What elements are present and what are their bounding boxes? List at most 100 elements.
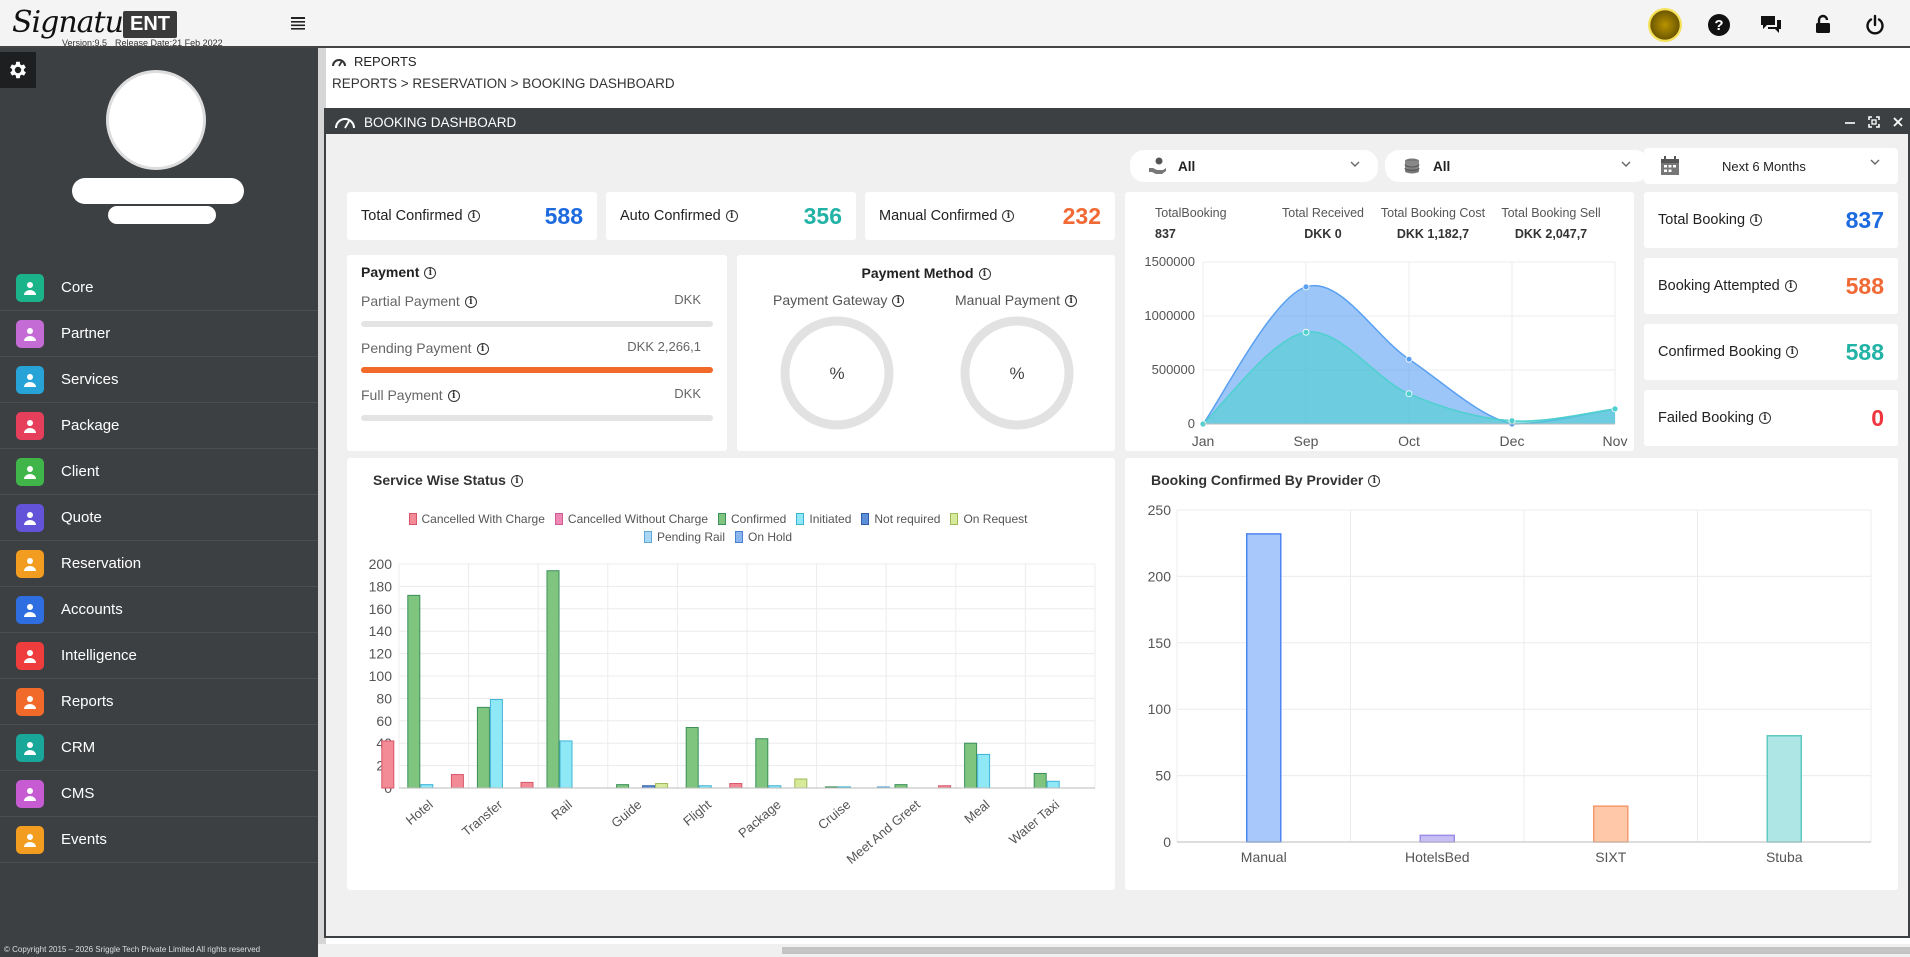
legend-item[interactable]: Cancelled Without Charge — [554, 512, 708, 526]
close-icon[interactable] — [1892, 116, 1904, 128]
chevron-down-icon — [1621, 161, 1631, 168]
info-icon[interactable]: i — [1786, 346, 1799, 358]
chat-icon[interactable] — [1756, 10, 1786, 40]
x-tick-label: Package — [735, 797, 783, 841]
sidebar-item-core[interactable]: Core — [0, 265, 318, 311]
provider-filter-select[interactable]: All — [1385, 150, 1649, 182]
sidebar-item-partner[interactable]: Partner — [0, 311, 318, 357]
chevron-down-icon — [1870, 159, 1880, 166]
pending-payment-value: DKK 2,266,1 — [627, 339, 701, 354]
legend-item[interactable]: Confirmed — [718, 512, 786, 526]
sidebar-item-reservation[interactable]: Reservation — [0, 541, 318, 587]
legend-label: Cancelled With Charge — [421, 512, 545, 526]
confirmed-booking-card: Confirmed Booking i 588 — [1644, 324, 1898, 380]
maximize-icon[interactable] — [1868, 116, 1880, 128]
legend-item[interactable]: On Request — [950, 512, 1027, 526]
sidebar-item-label: Partner — [61, 325, 111, 342]
info-icon[interactable]: i — [1065, 295, 1078, 308]
horizontal-scrollbar[interactable] — [318, 944, 1910, 957]
info-icon[interactable]: i — [1750, 214, 1763, 226]
manual-confirmed-card: Manual Confirmed i 232 — [865, 192, 1115, 240]
legend-label: Initiated — [809, 512, 852, 526]
help-icon[interactable]: ? — [1704, 10, 1734, 40]
sidebar-item-package[interactable]: Package — [0, 403, 318, 449]
legend-item[interactable]: Pending Rail — [643, 530, 725, 544]
partial-payment-value: DKK — [674, 292, 701, 307]
app-logo[interactable]: Signature ENT Version:9.5 Release Date:21… — [12, 5, 242, 48]
sidebar-item-cms[interactable]: CMS — [0, 771, 318, 817]
legend-item[interactable]: On Hold — [735, 530, 792, 544]
y-tick-label: 180 — [369, 578, 393, 594]
period-filter-value: Next 6 Months — [1722, 158, 1806, 174]
service-wise-status-card: Service Wise Status i Cancelled With Char… — [347, 458, 1115, 890]
bar-manual — [1246, 533, 1282, 843]
top-right-icons: ? — [1648, 8, 1890, 42]
total-booking-stat: TotalBooking 837 — [1155, 206, 1227, 241]
info-icon[interactable]: i — [476, 343, 489, 356]
profile-avatar[interactable] — [106, 70, 206, 170]
booking-attempted-card: Booking Attempted i 588 — [1644, 258, 1898, 314]
info-icon[interactable]: i — [467, 210, 480, 222]
y-tick-label: 1500000 — [1144, 254, 1195, 269]
scrollbar-thumb[interactable] — [782, 947, 1910, 954]
x-tick-label: Meet And Greet — [844, 797, 924, 867]
booking-trend-card: TotalBooking 837 Total Received DKK 0 Tota… — [1125, 192, 1634, 451]
sidebar-item-services[interactable]: Services — [0, 357, 318, 403]
failed-booking-value: 0 — [1871, 404, 1884, 431]
sidebar-item-reports[interactable]: Reports — [0, 679, 318, 725]
y-tick-label: 1000000 — [1144, 308, 1195, 323]
legend-label: Confirmed — [731, 512, 787, 526]
info-icon[interactable]: i — [1784, 280, 1797, 292]
service-filter-value: All — [1178, 158, 1196, 174]
sidebar-item-accounts[interactable]: Accounts — [0, 587, 318, 633]
x-tick-label: Hotel — [403, 797, 436, 828]
period-filter-select[interactable]: Next 6 Months — [1644, 148, 1898, 184]
legend-item[interactable]: Initiated — [796, 512, 851, 526]
service-filter-select[interactable]: All — [1130, 150, 1378, 182]
legend-swatch — [408, 513, 417, 525]
unlock-icon[interactable] — [1808, 10, 1838, 40]
settings-gear-icon[interactable] — [0, 52, 36, 88]
power-icon[interactable] — [1860, 10, 1890, 40]
provider-bar-chart: 0 50 100 150 200 250 Manual HotelsBed SIXT Stuba — [1148, 502, 1872, 865]
x-tick-label: Manual — [1241, 849, 1287, 865]
svg-text:?: ? — [1714, 17, 1723, 34]
minimize-icon[interactable] — [1844, 116, 1856, 128]
info-icon[interactable]: i — [1758, 412, 1771, 424]
avatar-icon[interactable] — [1648, 8, 1682, 42]
y-tick-label: 0 — [1163, 834, 1171, 850]
info-icon[interactable]: i — [1002, 210, 1015, 222]
info-icon[interactable]: i — [1368, 475, 1381, 488]
sidebar-item-label: Accounts — [61, 601, 123, 618]
reservation-icon — [16, 549, 44, 578]
info-icon[interactable]: i — [424, 267, 437, 280]
y-tick-label: 0 — [1188, 416, 1195, 431]
panel-controls — [1844, 110, 1904, 134]
x-tick-label: SIXT — [1595, 849, 1627, 865]
sidebar-item-intelligence[interactable]: Intelligence — [0, 633, 318, 679]
legend-item[interactable]: Cancelled With Charge — [408, 512, 545, 526]
sidebar-item-events[interactable]: Events — [0, 817, 318, 863]
sidebar-item-crm[interactable]: CRM — [0, 725, 318, 771]
hamburger-menu-icon[interactable] — [290, 15, 306, 31]
sidebar-item-quote[interactable]: Quote — [0, 495, 318, 541]
info-icon[interactable]: i — [447, 390, 460, 403]
manual-confirmed-value: 232 — [1062, 202, 1101, 229]
panel-title: BOOKING DASHBOARD — [364, 114, 517, 130]
info-icon[interactable]: i — [978, 268, 991, 281]
info-icon[interactable]: i — [464, 296, 477, 309]
legend-item[interactable]: Not required — [861, 512, 940, 526]
info-icon[interactable]: i — [892, 295, 905, 308]
bar-rail-2 — [546, 570, 560, 789]
full-payment-value: DKK — [674, 386, 701, 401]
booking-attempted-value: 588 — [1845, 272, 1884, 299]
data-point — [1508, 417, 1516, 425]
bar-stuba — [1766, 735, 1802, 843]
bar-sixt — [1593, 805, 1629, 843]
bar-transfer-3 — [489, 699, 503, 789]
sidebar-item-client[interactable]: Client — [0, 449, 318, 495]
breadcrumb[interactable]: REPORTS > RESERVATION > BOOKING DASHBOAR… — [332, 76, 675, 91]
info-icon[interactable]: i — [725, 210, 738, 222]
info-icon[interactable]: i — [510, 475, 523, 488]
accounts-icon — [16, 595, 44, 624]
